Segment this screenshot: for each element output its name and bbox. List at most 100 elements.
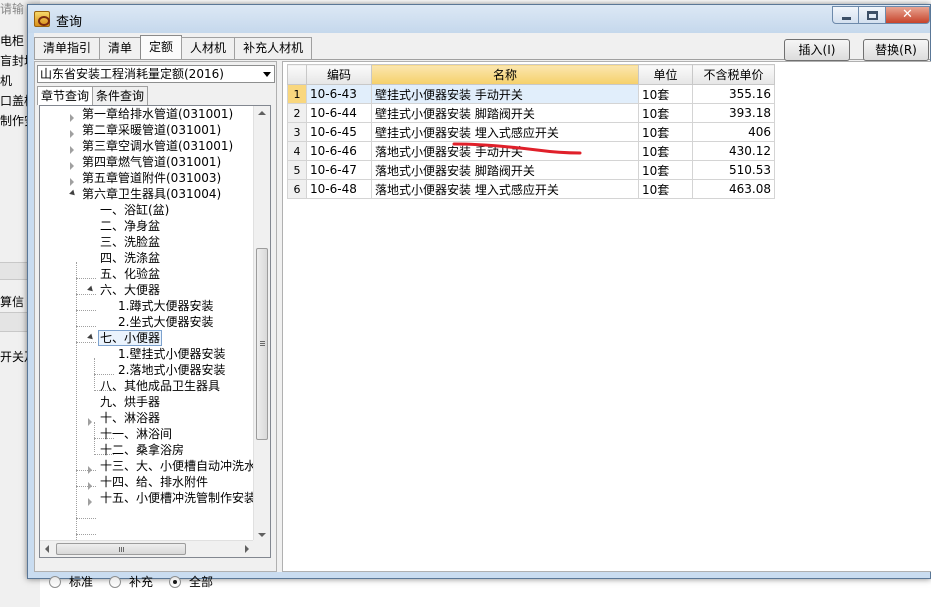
tree-item-section[interactable]: 十、淋浴器 — [100, 410, 160, 426]
expand-arrow-icon[interactable] — [88, 466, 92, 474]
tree-item-section[interactable]: 三、洗脸盆 — [100, 234, 160, 250]
tab-bill-guide[interactable]: 清单指引 — [34, 37, 101, 59]
column-header-unit[interactable]: 单位 — [638, 64, 693, 85]
tab-chapter-query[interactable]: 章节查询 — [37, 86, 94, 105]
radio-supplementary[interactable]: 补充 — [109, 573, 153, 590]
tree-item-section[interactable]: 十四、给、排水附件 — [100, 474, 208, 490]
tree-item-section[interactable]: 六、大便器 — [100, 282, 160, 298]
tree-item-section[interactable]: 十五、小便槽冲洗管制作安装 — [100, 490, 256, 506]
tree-item-subsection[interactable]: 2.坐式大便器安装 — [118, 314, 213, 330]
tab-condition-query[interactable]: 条件查询 — [92, 86, 149, 105]
radio-button[interactable] — [49, 575, 61, 588]
cell-code[interactable]: 10-6-45 — [306, 122, 372, 142]
insert-button[interactable]: 插入(I) — [784, 39, 850, 61]
tree-item-section[interactable]: 二、净身盆 — [100, 218, 160, 234]
cell-unit[interactable]: 10套 — [638, 103, 693, 123]
close-button[interactable]: ✕ — [886, 6, 930, 24]
cell-code[interactable]: 10-6-44 — [306, 103, 372, 123]
radio-button-checked[interactable] — [169, 575, 182, 588]
chevron-down-icon[interactable] — [263, 72, 271, 77]
tree-item-subsection[interactable]: 1.蹲式大便器安装 — [118, 298, 213, 314]
column-header-price[interactable]: 不含税单价 — [692, 64, 775, 85]
table-row[interactable]: 2 10-6-44 壁挂式小便器安装 脚踏阀开关 10套 393.18 — [287, 103, 775, 123]
radio-standard[interactable]: 标准 — [49, 573, 93, 590]
tree-item-section-selected[interactable]: 七、小便器 — [98, 330, 163, 346]
expand-arrow-icon[interactable] — [88, 418, 92, 426]
cell-code[interactable]: 10-6-47 — [306, 160, 372, 180]
cell-unit[interactable]: 10套 — [638, 122, 693, 142]
tree-item-chapter-1[interactable]: 第一章给排水管道(031001) — [82, 106, 233, 122]
expand-arrow-icon[interactable] — [70, 162, 74, 170]
table-row[interactable]: 1 10-6-43 壁挂式小便器安装 手动开关 10套 355.16 — [287, 84, 775, 104]
tree-item-chapter-3[interactable]: 第三章空调水管道(031001) — [82, 138, 233, 154]
cell-price[interactable]: 393.18 — [692, 103, 775, 123]
cell-price[interactable]: 355.16 — [692, 84, 775, 104]
tree-item-chapter-2[interactable]: 第二章采暖管道(031001) — [82, 122, 221, 138]
tree-item-section[interactable]: 九、烘手器 — [100, 394, 160, 410]
cell-code[interactable]: 10-6-48 — [306, 179, 372, 199]
collapse-arrow-icon[interactable] — [87, 333, 95, 342]
tree-item-section[interactable]: 四、洗涤盆 — [100, 250, 160, 266]
tree-item-subsection[interactable]: 2.落地式小便器安装 — [118, 362, 225, 378]
cell-code[interactable]: 10-6-46 — [306, 141, 372, 161]
table-row[interactable]: 5 10-6-47 落地式小便器安装 脚踏阀开关 10套 510.53 — [287, 160, 775, 180]
cell-code[interactable]: 10-6-43 — [306, 84, 372, 104]
replace-button[interactable]: 替换(R) — [863, 39, 929, 61]
table-row[interactable]: 4 10-6-46 落地式小便器安装 手动开关 10套 430.12 — [287, 141, 775, 161]
expand-arrow-icon[interactable] — [70, 146, 74, 154]
tree-item-section[interactable]: 十三、大、小便槽自动冲洗水 — [100, 458, 256, 474]
tree-item-subsection[interactable]: 1.壁挂式小便器安装 — [118, 346, 225, 362]
tree-item-chapter-5[interactable]: 第五章管道附件(031003) — [82, 170, 221, 186]
tab-supplementary-lmm[interactable]: 补充人材机 — [234, 37, 313, 59]
maximize-button[interactable] — [859, 6, 886, 24]
cell-unit[interactable]: 10套 — [638, 179, 693, 199]
cell-price[interactable]: 406 — [692, 122, 775, 142]
tree-item-section[interactable]: 十二、桑拿浴房 — [100, 442, 184, 458]
collapse-arrow-icon[interactable] — [87, 285, 95, 294]
scroll-thumb[interactable] — [256, 248, 268, 440]
scroll-down-icon[interactable] — [258, 533, 266, 537]
tab-bill[interactable]: 清单 — [99, 37, 142, 59]
collapse-arrow-icon[interactable] — [69, 189, 77, 198]
tab-quota[interactable]: 定额 — [140, 35, 183, 59]
scroll-up-icon[interactable] — [258, 111, 266, 115]
cell-name[interactable]: 壁挂式小便器安装 手动开关 — [371, 84, 639, 104]
expand-arrow-icon[interactable] — [88, 482, 92, 490]
scroll-right-icon[interactable] — [245, 545, 249, 553]
scroll-thumb[interactable] — [56, 543, 186, 555]
cell-price[interactable]: 510.53 — [692, 160, 775, 180]
cell-unit[interactable]: 10套 — [638, 160, 693, 180]
tree-item-chapter-4[interactable]: 第四章燃气管道(031001) — [82, 154, 221, 170]
table-row[interactable]: 6 10-6-48 落地式小便器安装 埋入式感应开关 10套 463.08 — [287, 179, 775, 199]
table-row[interactable]: 3 10-6-45 壁挂式小便器安装 埋入式感应开关 10套 406 — [287, 122, 775, 142]
cell-price[interactable]: 430.12 — [692, 141, 775, 161]
tree-horizontal-scrollbar[interactable] — [40, 540, 254, 557]
expand-arrow-icon[interactable] — [70, 114, 74, 122]
expand-arrow-icon[interactable] — [70, 178, 74, 186]
cell-name[interactable]: 落地式小便器安装 脚踏阀开关 — [371, 160, 639, 180]
tab-labor-material-machine[interactable]: 人材机 — [181, 37, 236, 59]
expand-arrow-icon[interactable] — [70, 130, 74, 138]
cell-name[interactable]: 落地式小便器安装 埋入式感应开关 — [371, 179, 639, 199]
tree-item-section[interactable]: 五、化验盆 — [100, 266, 160, 282]
expand-arrow-icon[interactable] — [88, 498, 92, 506]
tree-item-section[interactable]: 一、浴缸(盆) — [100, 202, 169, 218]
radio-all[interactable]: 全部 — [169, 573, 213, 590]
cell-name[interactable]: 落地式小便器安装 手动开关 — [371, 141, 639, 161]
tree-item-section[interactable]: 八、其他成品卫生器具 — [100, 378, 220, 394]
minimize-button[interactable] — [832, 6, 859, 24]
tree-item-section[interactable]: 十一、淋浴间 — [100, 426, 172, 442]
cell-unit[interactable]: 10套 — [638, 141, 693, 161]
quota-selector[interactable]: 山东省安装工程消耗量定额(2016) — [37, 65, 275, 83]
title-bar[interactable]: 查询 ✕ — [28, 5, 930, 33]
cell-unit[interactable]: 10套 — [638, 84, 693, 104]
cell-name[interactable]: 壁挂式小便器安装 埋入式感应开关 — [371, 122, 639, 142]
column-header-name[interactable]: 名称 — [371, 64, 639, 85]
radio-button[interactable] — [109, 575, 122, 588]
column-header-code[interactable]: 编码 — [306, 64, 372, 85]
tree-vertical-scrollbar[interactable] — [253, 106, 270, 542]
cell-price[interactable]: 463.08 — [692, 179, 775, 199]
tree-item-chapter-6[interactable]: 第六章卫生器具(031004) — [82, 186, 221, 202]
cell-name[interactable]: 壁挂式小便器安装 脚踏阀开关 — [371, 103, 639, 123]
scroll-left-icon[interactable] — [45, 545, 49, 553]
